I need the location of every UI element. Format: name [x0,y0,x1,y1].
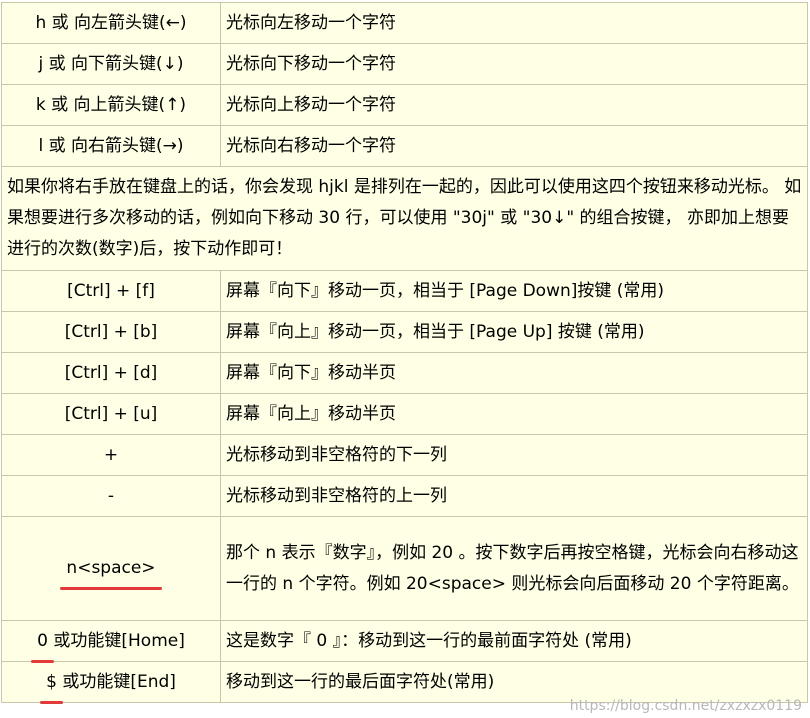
key-cell: l 或 向右箭头键(→) [2,126,221,167]
key-rest: 或功能键[End] [56,671,176,692]
watermark: https://blog.csdn.net/zxzxzx0119 [569,698,802,714]
table-row: 0 或功能键[Home] 这是数字『 0 』：移动到这一行的最前面字符处 (常用… [2,621,808,663]
key-cell: $ 或功能键[End] [2,662,221,704]
desc-cell: 移动到这一行的最后面字符处(常用) [221,662,808,703]
key-cell: [Ctrl] + [d] [2,353,221,394]
desc-cell: 光标向下移动一个字符 [221,44,808,85]
table-row: h 或 向左箭头键(←) 光标向左移动一个字符 [2,3,808,44]
key-cell: [Ctrl] + [f] [2,271,221,312]
desc-cell: 屏幕『向下』移动一页，相当于 [Page Down]按键 (常用) [221,271,808,312]
underlined-key: n<space> [60,553,162,590]
key-cell: + [2,435,221,476]
desc-cell: 这是数字『 0 』：移动到这一行的最前面字符处 (常用) [221,621,808,662]
desc-cell: 光标向左移动一个字符 [221,3,808,44]
key-cell: j 或 向下箭头键(↓) [2,44,221,85]
desc-cell: 屏幕『向上』移动半页 [221,394,808,435]
desc-cell: 光标移动到非空格符的上一列 [221,476,808,517]
table-row: - 光标移动到非空格符的上一列 [2,476,808,517]
desc-cell: 屏幕『向上』移动一页，相当于 [Page Up] 按键 (常用) [221,312,808,353]
table-row: $ 或功能键[End] 移动到这一行的最后面字符处(常用) [2,662,808,704]
key-cell: k 或 向上箭头键(↑) [2,85,221,126]
table-row: + 光标移动到非空格符的下一列 [2,435,808,476]
vi-cursor-commands-table: h 或 向左箭头键(←) 光标向左移动一个字符 j 或 向下箭头键(↓) 光标向… [1,2,808,704]
key-cell: n<space> [2,517,221,621]
table-row: [Ctrl] + [b] 屏幕『向上』移动一页，相当于 [Page Up] 按键… [2,312,808,353]
desc-cell: 光标移动到非空格符的下一列 [221,435,808,476]
underlined-key: $ [40,667,63,704]
key-cell: [Ctrl] + [u] [2,394,221,435]
desc-cell: 屏幕『向下』移动半页 [221,353,808,394]
note-row: 如果你将右手放在键盘上的话，你会发现 hjkl 是排列在一起的，因此可以使用这四… [2,167,808,271]
table-row: k 或 向上箭头键(↑) 光标向上移动一个字符 [2,85,808,126]
key-rest: 或功能键[Home] [47,630,185,651]
table-row: j 或 向下箭头键(↓) 光标向下移动一个字符 [2,44,808,85]
table-row: [Ctrl] + [f] 屏幕『向下』移动一页，相当于 [Page Down]按… [2,271,808,312]
table-row: l 或 向右箭头键(→) 光标向右移动一个字符 [2,126,808,167]
note-cell: 如果你将右手放在键盘上的话，你会发现 hjkl 是排列在一起的，因此可以使用这四… [2,167,808,271]
table-row: [Ctrl] + [u] 屏幕『向上』移动半页 [2,394,808,435]
key-cell: - [2,476,221,517]
key-cell: h 或 向左箭头键(←) [2,3,221,44]
desc-cell: 光标向上移动一个字符 [221,85,808,126]
underlined-key: 0 [31,626,54,663]
table-row: n<space> 那个 n 表示『数字』，例如 20 。按下数字后再按空格键，光… [2,517,808,621]
key-cell: 0 或功能键[Home] [2,621,221,663]
desc-cell: 光标向右移动一个字符 [221,126,808,167]
desc-cell: 那个 n 表示『数字』，例如 20 。按下数字后再按空格键，光标会向右移动这一行… [221,517,808,621]
key-cell: [Ctrl] + [b] [2,312,221,353]
table-row: [Ctrl] + [d] 屏幕『向下』移动半页 [2,353,808,394]
